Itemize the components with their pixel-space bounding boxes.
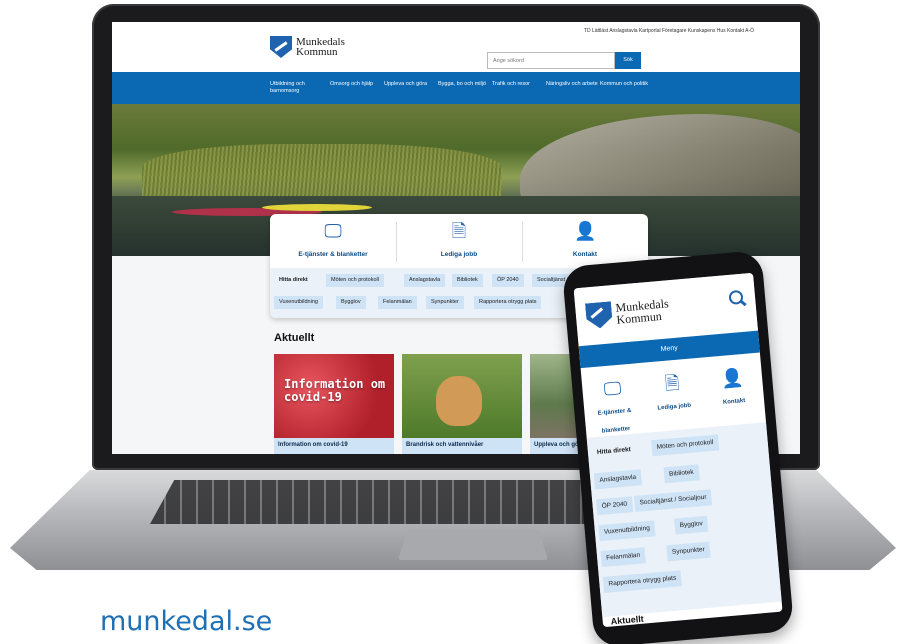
hitta-direkt-title: Hitta direkt — [596, 446, 632, 457]
hitta-direkt-title: Hitta direkt — [279, 277, 308, 283]
direct-link[interactable]: Synpunkter — [666, 541, 711, 562]
direct-link[interactable]: Felanmälan — [600, 547, 646, 568]
quick-jobs[interactable]: 🗎 Lediga jobb — [396, 220, 522, 266]
laptop-icon: 🖵 — [324, 221, 342, 241]
direct-link[interactable]: Rapportera otrygg plats — [474, 296, 542, 309]
news-image — [402, 354, 522, 438]
top-links[interactable]: TD Lättläst Anslagstavla Kartportal Före… — [584, 28, 754, 34]
quick-jobs[interactable]: 🗎 Lediga jobb — [643, 370, 702, 416]
quick-contact[interactable]: 👤 Kontakt — [703, 365, 762, 411]
search-button[interactable]: Sök — [615, 52, 641, 69]
quick-contact-label: Kontakt — [722, 397, 746, 406]
direct-link[interactable]: Vuxenutbildning — [598, 520, 656, 542]
quick-jobs-label: Lediga jobb — [657, 402, 692, 412]
direct-link[interactable]: Bygglov — [336, 296, 366, 309]
nav-item-kommun[interactable]: Kommun och politik — [600, 81, 656, 88]
nav-item-utbildning[interactable]: Utbildning och barnomsorg — [270, 81, 326, 95]
site-url[interactable]: munkedal.se — [100, 606, 272, 637]
news-image: Information om covid-19 — [274, 354, 394, 438]
phone-hitta-direkt: Hitta direkt Möten och protokoll Anslags… — [586, 422, 782, 618]
cv-document-icon: 🗎 — [664, 372, 681, 394]
direct-link[interactable]: ÖP 2040 — [492, 274, 524, 287]
news-image-text: Information om covid-19 — [284, 377, 386, 404]
nav-item-naringsliv[interactable]: Näringsliv och arbete — [546, 81, 602, 88]
direct-link[interactable]: Bibliotek — [452, 274, 483, 287]
direct-link[interactable]: Möten och protokoll — [326, 274, 384, 287]
headset-person-icon: 👤 — [574, 221, 597, 241]
nav-item-omsorg[interactable]: Omsorg och hjälp — [330, 81, 386, 88]
kayak — [262, 204, 372, 211]
nav-item-bygga[interactable]: Bygga, bo och miljö — [438, 81, 494, 88]
phone-logo[interactable]: Munkedals Kommun — [585, 296, 670, 329]
quick-contact[interactable]: 👤 Kontakt — [522, 220, 648, 266]
direct-link[interactable]: Vuxenutbildning — [274, 296, 323, 309]
direct-link[interactable]: Bibliotek — [663, 464, 700, 484]
quick-jobs-label: Lediga jobb — [440, 251, 478, 258]
site-header: Munkedals Kommun TD Lättläst Anslagstavl… — [112, 22, 800, 72]
quick-e-services[interactable]: 🖵 E-tjänster & blanketter — [584, 375, 645, 439]
direct-link[interactable]: Synpunkter — [426, 296, 464, 309]
quick-contact-label: Kontakt — [572, 251, 598, 258]
logo-line2: Kommun — [296, 46, 338, 58]
aktuellt-heading: Aktuellt — [274, 332, 315, 344]
cv-document-icon: 🗎 — [451, 221, 467, 241]
aktuellt-heading: Aktuellt — [610, 613, 645, 627]
laptop-touchpad — [398, 530, 548, 560]
quick-e-services-label: E-tjänster & blanketter — [597, 407, 632, 435]
direct-link[interactable]: Felanmälan — [378, 296, 417, 309]
news-caption: Information om covid-19 — [278, 442, 348, 448]
direct-link[interactable]: Bygglov — [674, 515, 709, 535]
direct-link[interactable]: Möten och protokoll — [651, 434, 720, 457]
news-caption: Brandrisk och vattennivåer — [406, 442, 484, 448]
search-icon[interactable] — [728, 289, 744, 305]
quick-e-services[interactable]: 🖵 E-tjänster & blanketter — [270, 220, 396, 266]
main-nav: Utbildning och barnomsorg Omsorg och hjä… — [112, 72, 800, 104]
news-card[interactable]: Information om covid-19 Information om c… — [274, 354, 394, 454]
coat-of-arms-icon — [585, 301, 613, 329]
direct-link[interactable]: ÖP 2040 — [596, 496, 633, 516]
phone-frame: Munkedals Kommun Meny 🖵 E-tjänster & bla… — [561, 250, 795, 644]
direct-link[interactable]: Anslagstavla — [593, 469, 642, 490]
news-card[interactable]: Brandrisk och vattennivåer — [402, 354, 522, 454]
direct-link[interactable]: Anslagstavla — [404, 274, 446, 287]
quick-e-services-label: E-tjänster & blanketter — [298, 251, 368, 258]
logo-line2: Kommun — [615, 308, 663, 327]
direct-link[interactable]: Socialtjänst / Socialjour — [633, 489, 713, 512]
site-logo[interactable]: Munkedals Kommun — [270, 36, 345, 58]
nav-item-uppleva[interactable]: Uppleva och göra — [384, 81, 440, 88]
coat-of-arms-icon — [270, 36, 292, 58]
search-input[interactable]: Ange sökord — [487, 52, 615, 69]
direct-link[interactable]: Rapportera otrygg plats — [602, 570, 682, 593]
headset-person-icon: 👤 — [720, 367, 745, 389]
logo-text: Munkedals Kommun — [296, 37, 345, 58]
laptop-icon: 🖵 — [602, 377, 622, 400]
nav-item-trafik[interactable]: Trafik och resor — [492, 81, 548, 88]
phone-screen: Munkedals Kommun Meny 🖵 E-tjänster & bla… — [573, 272, 783, 628]
logo-text: Munkedals Kommun — [615, 296, 670, 327]
